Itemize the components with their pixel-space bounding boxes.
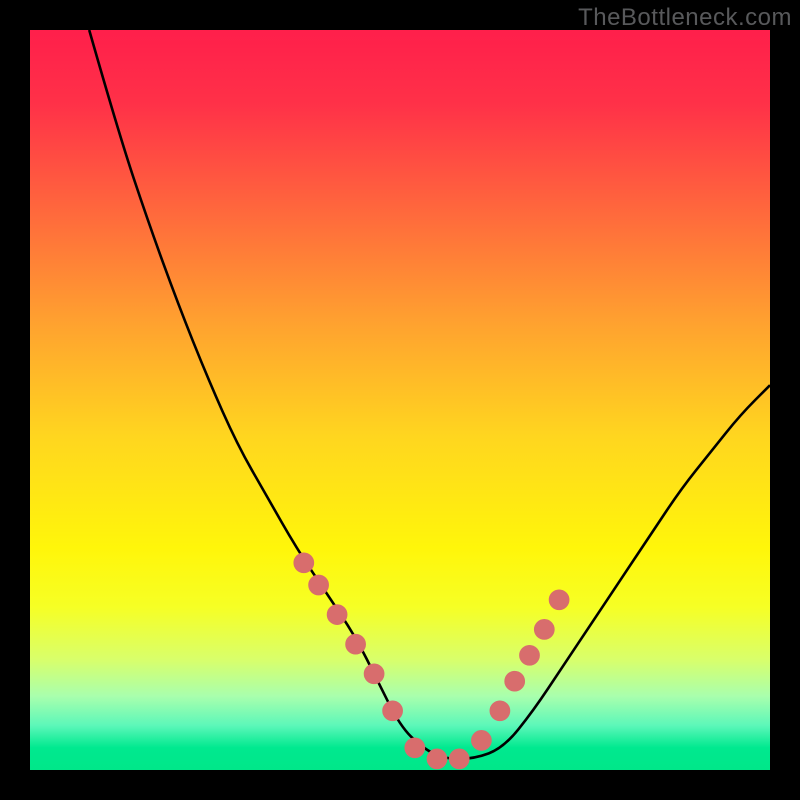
curve-marker: [534, 619, 554, 639]
curve-marker: [309, 575, 329, 595]
curve-marker: [505, 671, 525, 691]
plot-area: [30, 30, 770, 770]
curve-marker: [294, 553, 314, 573]
chart-frame: TheBottleneck.com: [0, 0, 800, 800]
curve-marker: [549, 590, 569, 610]
curve-marker: [427, 749, 447, 769]
curve-markers: [294, 553, 569, 769]
curve-marker: [520, 645, 540, 665]
attribution-text: TheBottleneck.com: [578, 4, 792, 32]
curve-marker: [449, 749, 469, 769]
bottleneck-curve: [89, 30, 770, 759]
curve-marker: [346, 634, 366, 654]
curve-marker: [471, 730, 491, 750]
curve-marker: [490, 701, 510, 721]
curve-marker: [383, 701, 403, 721]
curve-marker: [364, 664, 384, 684]
curve-marker: [327, 605, 347, 625]
curve-marker: [405, 738, 425, 758]
chart-svg: [30, 30, 770, 770]
